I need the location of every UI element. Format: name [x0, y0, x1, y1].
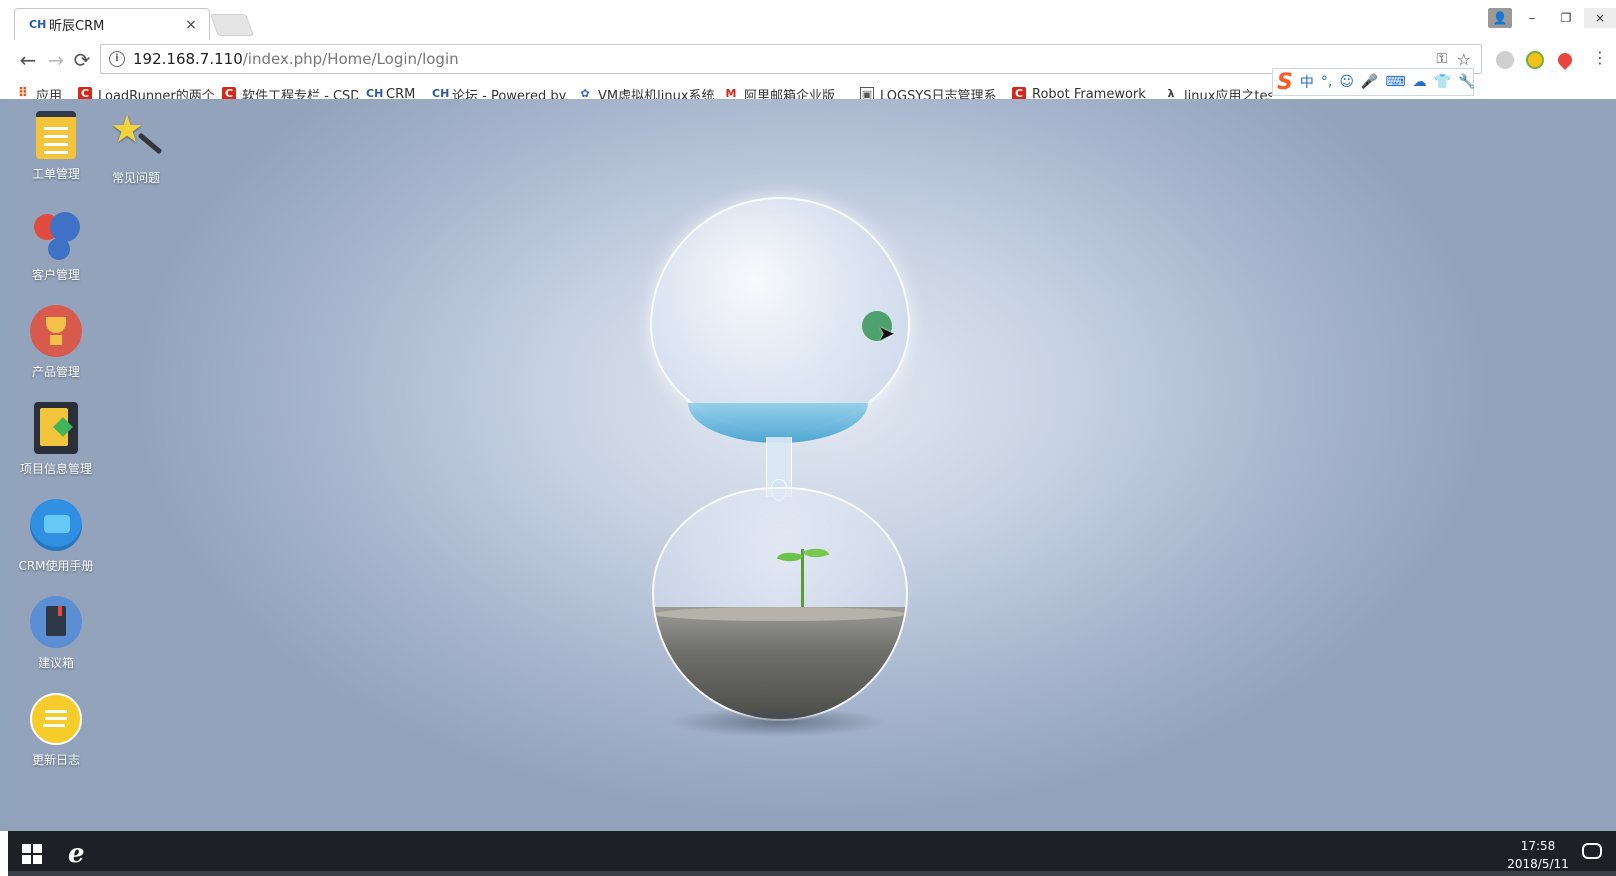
url-path: /index.php/Home/Login/login: [242, 50, 459, 68]
internet-explorer-icon[interactable]: e: [68, 839, 85, 869]
desktop-icon-crm-manual[interactable]: CRM使用手册: [11, 499, 101, 574]
windows-start-icon[interactable]: [22, 844, 42, 864]
close-window-button[interactable]: ×: [1584, 8, 1616, 28]
back-button[interactable]: ←: [16, 48, 40, 72]
clock-time: 17:58: [1520, 839, 1556, 853]
magic-wand-icon: [110, 107, 162, 163]
cracked-soil: [654, 607, 906, 719]
extension-yellow-icon[interactable]: [1526, 51, 1544, 69]
desktop-icon-label: CRM使用手册: [18, 559, 94, 573]
hourglass-shadow: [668, 707, 888, 737]
bookmark-star-icon[interactable]: ☆: [1457, 50, 1471, 69]
desktop-icon-suggestion-box[interactable]: 建议箱: [11, 596, 101, 671]
mouse-cursor-icon: ➤: [878, 321, 895, 345]
desktop-icon-customer-management[interactable]: 客户管理: [11, 208, 101, 283]
ime-cloud-icon[interactable]: ☁: [1413, 74, 1427, 90]
desktop-icon-product-management[interactable]: 产品管理: [11, 305, 101, 380]
new-tab-button[interactable]: [209, 14, 255, 36]
url-host: 192.168.7.110: [133, 50, 243, 68]
desktop-icon-changelog[interactable]: 更新日志: [11, 693, 101, 768]
changelog-list-icon: [30, 693, 82, 745]
screen: CH 昕辰CRM × 👤 – ❐ × ← → ⟳ i 192.168.7.110…: [0, 0, 1616, 876]
sprout-leaf: [776, 547, 804, 567]
minimize-button[interactable]: –: [1518, 8, 1546, 28]
extension-gray-icon[interactable]: [1496, 51, 1514, 69]
notepad-icon: [36, 111, 76, 159]
ime-settings-wrench-icon[interactable]: 🔧: [1458, 74, 1475, 90]
sprout-leaf: [802, 543, 830, 563]
project-book-icon: [34, 402, 78, 454]
desktop-icon-label: 客户管理: [31, 268, 80, 282]
key-icon[interactable]: ⚿: [1436, 51, 1447, 67]
maximize-button[interactable]: ❐: [1552, 8, 1580, 28]
ime-microphone-icon[interactable]: 🎤: [1361, 74, 1378, 90]
site-info-icon[interactable]: i: [109, 51, 125, 67]
desktop-icon-label: 工单管理: [31, 167, 80, 181]
windows-taskbar: e 17:58 2018/5/11: [8, 831, 1616, 876]
map-pin-icon[interactable]: [1555, 50, 1575, 70]
browser-tab[interactable]: CH 昕辰CRM ×: [14, 8, 210, 40]
hourglass-bottom-bulb: [652, 487, 908, 721]
suggestion-book-icon: [30, 596, 82, 648]
user-profile-icon[interactable]: 👤: [1488, 8, 1512, 28]
manual-icon: [30, 499, 82, 551]
tab-title: 昕辰CRM: [49, 19, 105, 34]
users-icon: [30, 208, 82, 260]
desktop-icon-label: 建议箱: [37, 656, 74, 670]
browser-tab-bar: CH 昕辰CRM × 👤 – ❐ ×: [0, 0, 1616, 40]
desktop-icon-label: 更新日志: [31, 753, 80, 767]
reload-button[interactable]: ⟳: [70, 48, 94, 72]
desktop-icon-label: 项目信息管理: [19, 462, 92, 476]
desktop-icon-faq[interactable]: 常见问题: [91, 107, 181, 186]
crm-favicon-icon: CH: [29, 17, 47, 31]
ime-skin-icon[interactable]: 👕: [1434, 74, 1451, 90]
ime-punctuation-button[interactable]: °,: [1321, 74, 1332, 90]
window-left-edge: [0, 99, 8, 831]
system-clock[interactable]: 17:58 2018/5/11: [1488, 837, 1588, 873]
ime-emoji-icon[interactable]: ☺: [1339, 74, 1354, 90]
desktop-icon-ticket-management[interactable]: 工单管理: [11, 111, 101, 182]
hourglass-wallpaper-image: [628, 197, 928, 757]
desktop-icon-project-info[interactable]: 项目信息管理: [11, 402, 101, 477]
ime-toolbar: S 中 °, ☺ 🎤 ⌨ ☁ 👕 🔧: [1272, 68, 1475, 96]
action-center-icon[interactable]: [1582, 843, 1602, 859]
trophy-icon: [30, 305, 82, 357]
ime-keyboard-icon[interactable]: ⌨: [1385, 74, 1405, 90]
ime-chinese-mode-button[interactable]: 中: [1300, 72, 1314, 92]
menu-dots-icon[interactable]: ⋮: [1592, 48, 1608, 67]
taskbar-bottom-strip: [8, 871, 1616, 876]
crm-desktop: 工单管理 常见问题 客户管理 产品管理 项目信息管理 CRM使用手册 建议箱: [8, 99, 1616, 831]
tab-close-icon[interactable]: ×: [183, 17, 199, 33]
forward-button[interactable]: →: [44, 48, 68, 72]
desktop-icon-label: 常见问题: [111, 171, 160, 185]
sogou-logo-icon[interactable]: S: [1277, 70, 1293, 95]
desktop-icon-label: 产品管理: [31, 365, 80, 379]
